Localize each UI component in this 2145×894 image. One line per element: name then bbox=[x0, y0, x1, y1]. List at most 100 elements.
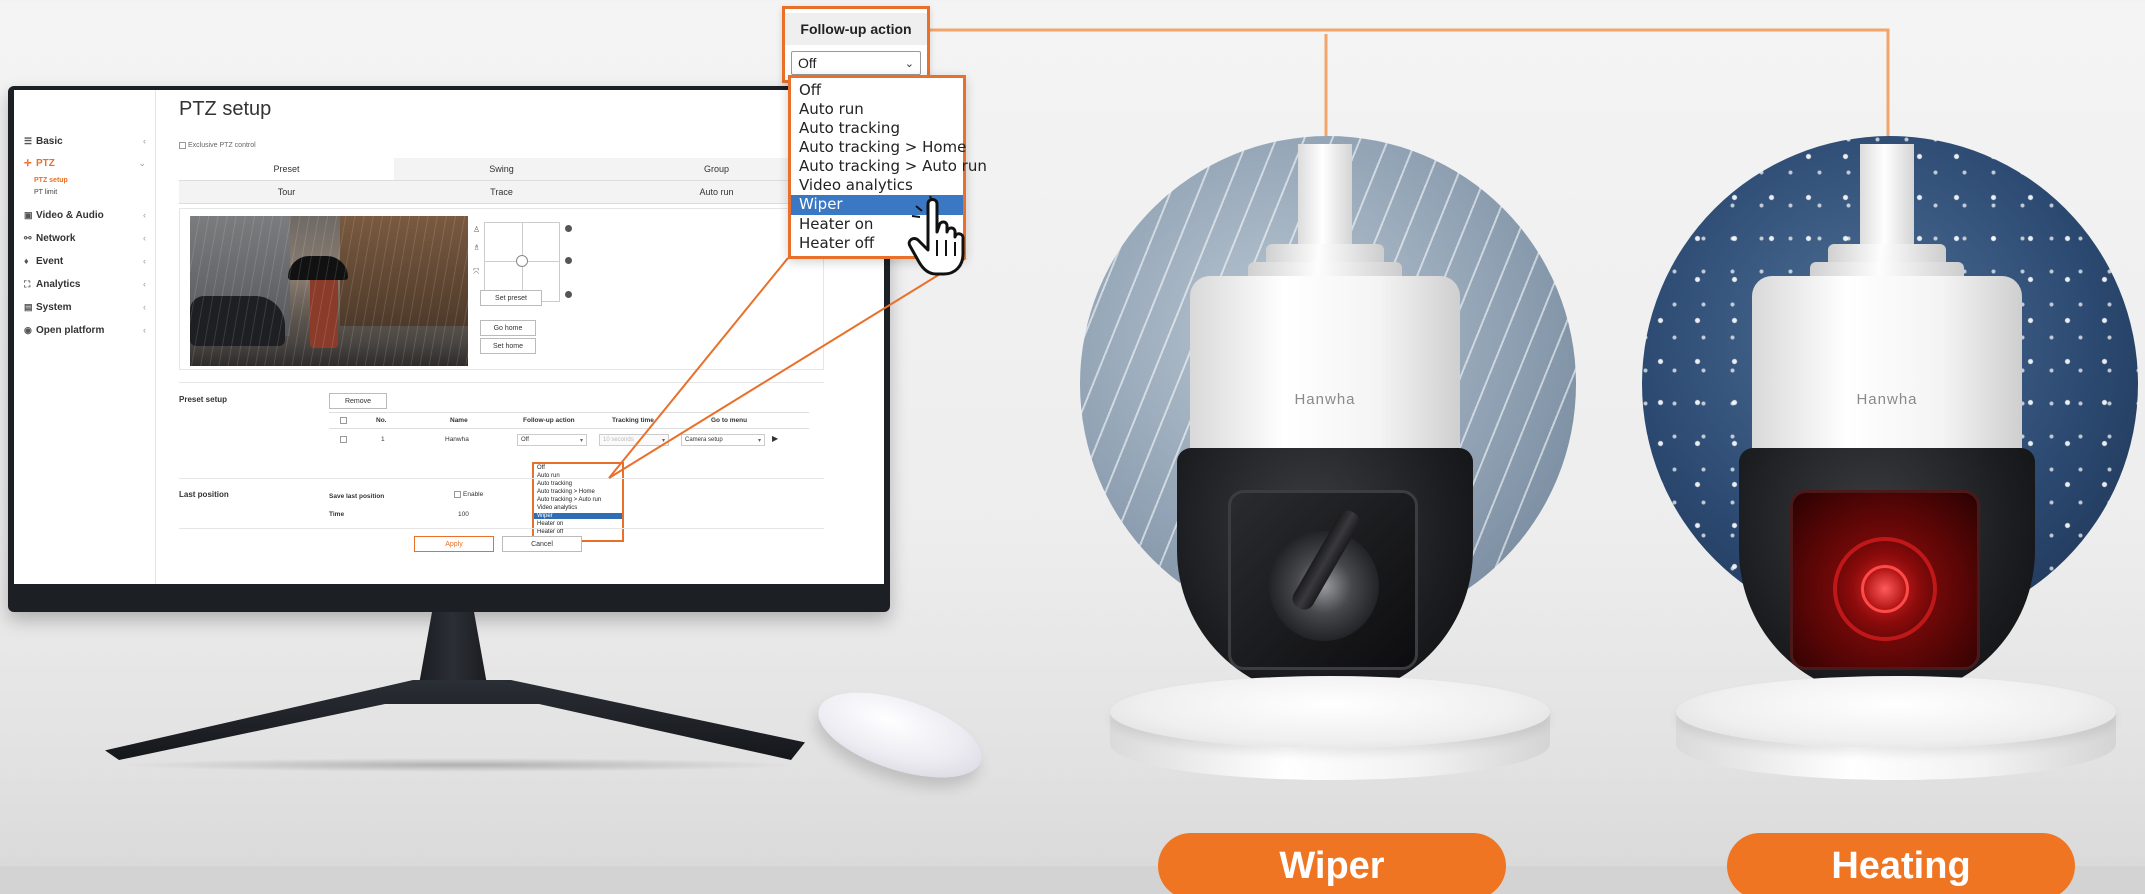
dropdown-option-selected[interactable]: Wiper bbox=[534, 513, 622, 519]
save-last-position-label: Save last position bbox=[329, 493, 385, 500]
sidebar-item-network[interactable]: ⚯ Network ‹ bbox=[24, 229, 154, 247]
monitor-stand-neck bbox=[418, 612, 488, 690]
sidebar-item-label: System bbox=[36, 301, 72, 313]
apply-button[interactable]: Apply bbox=[414, 536, 494, 552]
chevron-down-icon: ▾ bbox=[757, 437, 761, 444]
row-checkbox[interactable] bbox=[340, 436, 347, 443]
callout-option[interactable]: Auto run bbox=[799, 100, 864, 118]
platform-icon: ◉ bbox=[24, 324, 32, 335]
divider bbox=[179, 478, 824, 479]
dropdown-option[interactable]: Heater off bbox=[537, 529, 563, 535]
time-value[interactable]: 100 bbox=[458, 511, 469, 518]
go-to-menu-value: Camera setup bbox=[685, 437, 723, 443]
sidebar-item-open-platform[interactable]: ◉ Open platform ‹ bbox=[24, 321, 154, 339]
time-label: Time bbox=[329, 511, 345, 518]
monitor-stand-foot bbox=[105, 680, 805, 760]
ptz-center-dot[interactable] bbox=[516, 255, 528, 267]
enable-checkbox[interactable] bbox=[454, 491, 461, 498]
row-no: 1 bbox=[381, 436, 385, 443]
divider bbox=[179, 528, 824, 529]
camera-housing-heating: Hanwha bbox=[1752, 276, 2022, 456]
set-home-button[interactable]: Set home bbox=[480, 338, 536, 354]
remove-button[interactable]: Remove bbox=[329, 393, 387, 409]
set-preset-button[interactable]: Set preset bbox=[480, 290, 542, 306]
dropdown-option[interactable]: Video analytics bbox=[537, 505, 577, 511]
go-to-menu-select[interactable]: Camera setup ▾ bbox=[681, 434, 765, 446]
callout-title: Follow-up action bbox=[785, 13, 927, 45]
dropdown-option[interactable]: Off bbox=[537, 465, 545, 471]
page-title: PTZ setup bbox=[179, 98, 272, 120]
zoom-knob-icon[interactable] bbox=[565, 257, 572, 264]
zoom-knob-icon[interactable] bbox=[565, 225, 572, 232]
col-header-no: No. bbox=[376, 417, 387, 424]
follow-up-select[interactable]: Off ▾ bbox=[517, 434, 587, 446]
row-name: Hanwha bbox=[445, 436, 469, 443]
dropdown-option[interactable]: Heater on bbox=[537, 521, 563, 527]
col-header-name: Name bbox=[450, 417, 468, 424]
zoom-knob-icon[interactable] bbox=[565, 291, 572, 298]
callout-select-value: Off bbox=[798, 55, 817, 71]
exclusive-label: Exclusive PTZ control bbox=[188, 142, 256, 149]
analytics-icon: ⛶ bbox=[24, 278, 31, 289]
sidebar-item-video-audio[interactable]: ▣ Video & Audio ‹ bbox=[24, 206, 154, 224]
sidebar-item-label: Network bbox=[36, 232, 76, 244]
preset-setup-label: Preset setup bbox=[179, 395, 228, 404]
heating-label: Heating bbox=[1727, 833, 2075, 894]
go-home-button[interactable]: Go home bbox=[480, 320, 536, 336]
callout-option[interactable]: Auto tracking > Auto run bbox=[799, 157, 987, 175]
tracking-time-select: 10 seconds ▾ bbox=[599, 434, 669, 446]
go-arrow-icon[interactable]: ▶ bbox=[772, 434, 778, 443]
enable-checkbox-row[interactable]: Enable bbox=[454, 491, 483, 498]
ptz-icon: ✛ bbox=[24, 157, 32, 168]
sidebar-item-label: Video & Audio bbox=[36, 209, 104, 221]
cancel-button[interactable]: Cancel bbox=[502, 536, 582, 552]
list-icon: ☰ bbox=[24, 135, 33, 146]
callout-option[interactable]: Heater on bbox=[799, 215, 873, 233]
tab-swing[interactable]: Swing bbox=[394, 158, 609, 181]
sidebar-subitem-ptz-setup[interactable]: PTZ setup bbox=[34, 177, 68, 184]
chevron-down-icon: ⌄ bbox=[904, 57, 914, 70]
table-divider bbox=[329, 428, 809, 429]
chevron-down-icon: ⌄ bbox=[138, 157, 146, 168]
divider bbox=[179, 382, 824, 383]
callout-option[interactable]: Video analytics bbox=[799, 176, 913, 194]
camera-lens-inner-heated bbox=[1861, 565, 1909, 613]
chevron-left-icon: ‹ bbox=[143, 136, 146, 146]
sidebar-item-analytics[interactable]: ⛶ Analytics ‹ bbox=[24, 275, 154, 293]
exclusive-ptz-control[interactable]: Exclusive PTZ control bbox=[179, 142, 256, 149]
sidebar-item-system[interactable]: ▤ System ‹ bbox=[24, 298, 154, 316]
camera-brand-logo: Hanwha bbox=[1856, 391, 1918, 408]
tab-tour[interactable]: Tour bbox=[179, 181, 394, 204]
sidebar-item-event[interactable]: ♦ Event ‹ bbox=[24, 252, 154, 270]
dropdown-option[interactable]: Auto tracking > Home bbox=[537, 489, 595, 495]
dropdown-option[interactable]: Auto tracking bbox=[537, 481, 572, 487]
monitor-screen: ☰ Basic ‹ ✛ PTZ ⌄ PTZ setup PT limit ▣ V… bbox=[14, 90, 884, 584]
col-header-go-to-menu: Go to menu bbox=[711, 417, 748, 424]
tab-trace[interactable]: Trace bbox=[394, 181, 609, 204]
chevron-left-icon: ‹ bbox=[143, 256, 146, 266]
select-all-checkbox[interactable] bbox=[340, 417, 347, 424]
tracking-time-value: 10 seconds bbox=[603, 437, 634, 443]
callout-option[interactable]: Heater off bbox=[799, 234, 874, 252]
callout-select[interactable]: Off ⌄ bbox=[791, 51, 921, 75]
chevron-down-icon: ▾ bbox=[579, 437, 583, 444]
chevron-left-icon: ‹ bbox=[143, 210, 146, 220]
person-icon: ♙ bbox=[473, 225, 481, 234]
camera-preview[interactable] bbox=[190, 216, 468, 366]
tab-preset[interactable]: Preset bbox=[179, 158, 394, 181]
callout-option[interactable]: Auto tracking > Home bbox=[799, 138, 966, 156]
callout-option[interactable]: Off bbox=[799, 81, 821, 99]
hand-cursor-icon bbox=[907, 196, 965, 276]
sidebar-item-basic[interactable]: ☰ Basic ‹ bbox=[24, 132, 154, 150]
connector-line-heating bbox=[930, 28, 1890, 144]
table-divider bbox=[329, 412, 809, 413]
preview-rain bbox=[190, 216, 468, 366]
callout-option[interactable]: Auto tracking bbox=[799, 119, 900, 137]
dropdown-option[interactable]: Auto tracking > Auto run bbox=[537, 497, 601, 503]
sidebar-subitem-pt-limit[interactable]: PT limit bbox=[34, 189, 57, 196]
camera-pedestal-top bbox=[1676, 676, 2116, 748]
sidebar-item-ptz[interactable]: ✛ PTZ ⌄ bbox=[24, 154, 154, 172]
last-position-label: Last position bbox=[179, 490, 229, 499]
expand-icon: ⤧ bbox=[473, 267, 480, 276]
exclusive-checkbox[interactable] bbox=[179, 142, 186, 149]
